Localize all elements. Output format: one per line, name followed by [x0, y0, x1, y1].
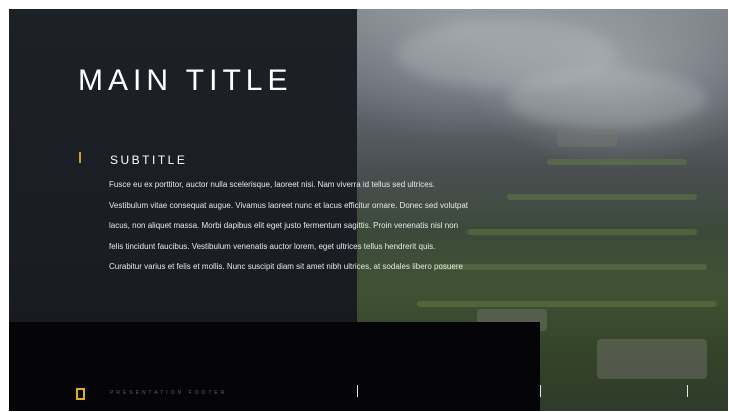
- mist-patch: [507, 69, 707, 129]
- footer-divider: [357, 385, 358, 397]
- body-line: Fusce eu ex porttitor, auctor nulla scel…: [109, 180, 435, 189]
- subtitle: SUBTITLE: [110, 153, 188, 167]
- body-text: Fusce eu ex porttitor, auctor nulla scel…: [109, 175, 549, 278]
- stone-ruins: [597, 339, 707, 379]
- slide: MAIN TITLE SUBTITLE Fusce eu ex porttito…: [9, 9, 728, 411]
- footer-divider: [540, 385, 541, 397]
- terrace: [417, 301, 717, 307]
- main-title: MAIN TITLE: [78, 64, 293, 97]
- body-line: Vestibulum vitae consequat augue. Vivamu…: [109, 200, 469, 210]
- subtitle-accent-bar: [79, 152, 81, 163]
- body-line: Curabitur varius et felis et mollis. Nun…: [109, 262, 463, 271]
- logo-icon: [76, 388, 85, 400]
- footer-band: [9, 322, 540, 411]
- body-line: felis tincidunt faucibus. Vestibulum ven…: [109, 241, 436, 251]
- presentation-footer: PRESENTATION FOOTER: [110, 390, 228, 396]
- footer-divider: [687, 385, 688, 397]
- terrace: [547, 159, 687, 165]
- stone-ruins: [557, 129, 617, 147]
- body-line: lacus, non aliquet massa. Morbi dapibus …: [109, 221, 459, 230]
